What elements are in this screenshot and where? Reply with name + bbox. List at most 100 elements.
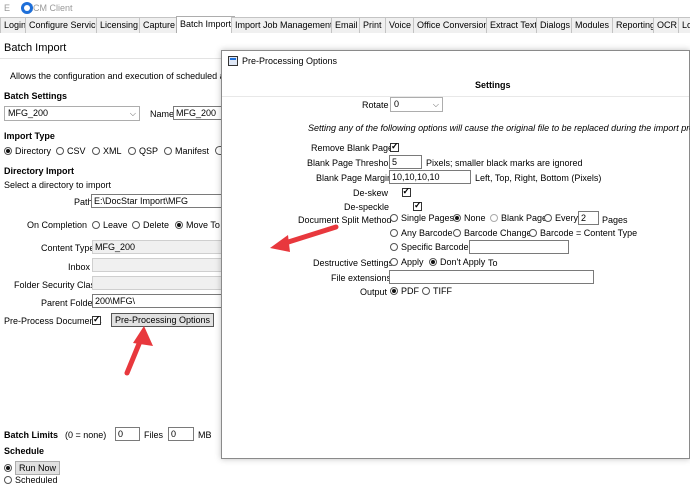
tab-extract-text[interactable]: Extract Text [486, 17, 541, 33]
arrow-annotation-button [124, 326, 153, 376]
split-any-barcode[interactable]: Any Barcode [390, 228, 453, 238]
every-pages-input[interactable]: 2 [578, 211, 599, 225]
tab-strip: Login Configure Service Licensing Captur… [0, 16, 690, 33]
tab-licensing[interactable]: Licensing [96, 17, 143, 33]
select-directory-text: Select a directory to import [4, 180, 112, 190]
schedule-label: Schedule [4, 446, 45, 456]
schedule-scheduled[interactable]: Scheduled [4, 475, 58, 485]
import-type-label: Import Type [4, 131, 55, 141]
blank-margin-hint: Left, Top, Right, Bottom (Pixels) [475, 173, 602, 183]
radio-icon [453, 214, 461, 222]
split-barcode-content-type[interactable]: Barcode = Content Type [529, 228, 637, 238]
despeckle-checkbox[interactable] [413, 200, 423, 212]
pre-processing-dialog: Pre-Processing Options Settings Rotate 0… [221, 50, 690, 459]
name-input[interactable]: MFG_200 [173, 106, 222, 120]
radio-icon [490, 214, 498, 222]
path-label: Path [74, 197, 93, 207]
batch-settings-combo[interactable]: MFG_200 ⌵ [4, 106, 140, 121]
output-pdf[interactable]: PDF [390, 286, 419, 296]
despeckle-label: De-speckle [344, 202, 390, 212]
tab-print[interactable]: Print [359, 17, 386, 33]
blank-threshold-input[interactable]: 5 [389, 155, 422, 169]
remove-blank-pages-label: Remove Blank Pages [311, 143, 398, 153]
radio-icon [544, 214, 552, 222]
tab-modules[interactable]: Modules [571, 17, 614, 33]
tab-office-conversion[interactable]: Office Conversion [413, 17, 493, 33]
output-tiff[interactable]: TIFF [422, 286, 452, 296]
radio-icon [92, 221, 100, 229]
rotate-combo[interactable]: 0 ⌵ [390, 97, 443, 112]
schedule-run-now[interactable]: Run Now [4, 461, 61, 475]
on-completion-leave[interactable]: Leave [92, 220, 128, 230]
chevron-down-icon: ⌵ [432, 100, 439, 109]
on-completion-move-to[interactable]: Move To [175, 220, 220, 230]
batch-limits-label: Batch Limits [4, 430, 59, 440]
tab-ocr[interactable]: OCR [653, 17, 681, 33]
settings-divider [222, 96, 689, 97]
path-input[interactable]: E:\DocStar Import\MFG [91, 194, 222, 208]
import-type-xml[interactable]: XML [92, 146, 122, 156]
split-single-pages[interactable]: Single Pages [390, 213, 454, 223]
tab-email[interactable]: Email [331, 17, 362, 33]
parent-folder-input[interactable]: 200\MFG\ [92, 294, 222, 308]
import-type-csv[interactable]: CSV [56, 146, 86, 156]
radio-icon [128, 147, 136, 155]
radio-icon [132, 221, 140, 229]
pre-process-checkbox[interactable] [92, 314, 101, 326]
radio-icon [390, 229, 398, 237]
tab-reporting[interactable]: Reporting [612, 17, 660, 33]
radio-icon [390, 258, 398, 266]
radio-icon [390, 214, 398, 222]
radio-icon [56, 147, 64, 155]
tab-batch-import[interactable]: Batch Import [176, 16, 236, 33]
radio-icon [4, 147, 12, 155]
rotate-value: 0 [394, 99, 400, 109]
every-pages-suffix: Pages [602, 215, 628, 225]
folder-security-combo[interactable] [92, 276, 222, 290]
output-label: Output [360, 287, 388, 297]
destructive-apply[interactable]: Apply [390, 257, 424, 267]
inbox-combo[interactable] [92, 258, 222, 272]
import-type-directory[interactable]: Directory [4, 146, 51, 156]
destructive-dont-apply[interactable]: Don't Apply [429, 257, 485, 267]
radio-icon [164, 147, 172, 155]
run-now-label: Run Now [15, 461, 61, 475]
tab-configure-service[interactable]: Configure Service [25, 17, 105, 33]
destructive-settings-label: Destructive Settings [313, 258, 394, 268]
tab-lo[interactable]: Lo [678, 17, 690, 33]
import-type-manifest[interactable]: Manifest [164, 146, 209, 156]
app-logo-icon [21, 2, 33, 14]
mb-input[interactable]: 0 [168, 427, 194, 441]
rotate-label: Rotate [362, 100, 389, 110]
radio-icon [4, 476, 12, 484]
destructive-suffix: To [488, 258, 498, 268]
page-description: Allows the configuration and execution o… [10, 71, 243, 81]
deskew-checkbox[interactable] [401, 186, 411, 198]
files-input[interactable]: 0 [115, 427, 140, 441]
blank-margin-input[interactable]: 10,10,10,10 [389, 170, 471, 184]
replace-warning: Setting any of the following options wil… [308, 123, 690, 133]
tab-import-job-management[interactable]: Import Job Management [231, 17, 337, 33]
folder-security-label: Folder Security Class [14, 280, 100, 290]
dialog-title: Pre-Processing Options [242, 56, 338, 66]
split-barcode-change[interactable]: Barcode Change [453, 228, 532, 238]
split-specific-barcode[interactable]: Specific Barcode [390, 242, 469, 252]
on-completion-label: On Completion [27, 220, 88, 230]
content-type-combo[interactable]: MFG_200 [92, 240, 222, 254]
on-completion-delete[interactable]: Delete [132, 220, 169, 230]
page-title: Batch Import [4, 42, 67, 54]
remove-blank-pages-checkbox[interactable] [390, 141, 399, 153]
import-type-qsp[interactable]: QSP [128, 146, 158, 156]
split-every[interactable]: Every [544, 213, 578, 223]
tab-dialogs[interactable]: Dialogs [536, 17, 575, 33]
radio-icon [453, 229, 461, 237]
specific-barcode-input[interactable] [469, 240, 569, 254]
tab-capture[interactable]: Capture [139, 17, 180, 33]
dialog-window-icon [228, 56, 238, 66]
tab-voice[interactable]: Voice [385, 17, 416, 33]
split-none[interactable]: None [453, 213, 486, 223]
split-blank-page[interactable]: Blank Page [490, 213, 547, 223]
content-type-label: Content Type [41, 243, 95, 253]
settings-heading: Settings [475, 80, 511, 90]
file-extensions-input[interactable] [389, 270, 594, 284]
